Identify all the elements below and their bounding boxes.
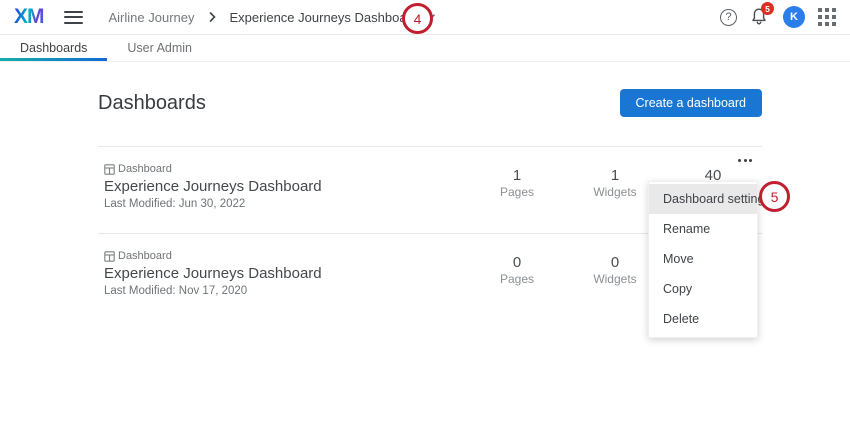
breadcrumb-parent[interactable]: Airline Journey	[109, 10, 195, 25]
breadcrumb: Airline Journey Experience Journeys Dash…	[109, 10, 436, 25]
dashboard-icon	[104, 164, 115, 175]
breadcrumb-current[interactable]: Experience Journeys Dashboard	[230, 10, 419, 25]
tab-bar: Dashboards User Admin	[0, 35, 850, 62]
top-bar: XM Airline Journey Experience Journeys D…	[0, 0, 850, 35]
topbar-actions: ? 5 K	[720, 6, 836, 28]
notification-badge: 5	[761, 2, 774, 15]
stat-pages-label: Pages	[468, 185, 566, 199]
dashboard-icon	[104, 251, 115, 262]
menu-item-dashboard-settings[interactable]: Dashboard settings	[649, 184, 757, 214]
avatar[interactable]: K	[783, 6, 805, 28]
chevron-right-icon	[209, 12, 216, 22]
apps-grid-icon[interactable]	[818, 8, 836, 26]
tab-dashboards[interactable]: Dashboards	[0, 35, 107, 61]
help-icon[interactable]: ?	[720, 9, 737, 26]
row-last-modified: Last Modified: Nov 17, 2020	[104, 285, 468, 297]
menu-item-copy[interactable]: Copy	[649, 274, 757, 304]
row-meta: Dashboard	[104, 250, 468, 262]
row-info: Dashboard Experience Journeys Dashboard …	[104, 163, 468, 210]
row-type-label: Dashboard	[118, 163, 172, 175]
stat-pages-value: 1	[468, 167, 566, 184]
stat-pages-value: 0	[468, 254, 566, 271]
row-last-modified: Last Modified: Jun 30, 2022	[104, 198, 468, 210]
hamburger-menu-icon[interactable]	[64, 11, 83, 24]
stat-pages: 0 Pages	[468, 254, 566, 286]
row-meta: Dashboard	[104, 163, 468, 175]
row-info: Dashboard Experience Journeys Dashboard …	[104, 250, 468, 297]
menu-item-delete[interactable]: Delete	[649, 304, 757, 334]
page-header: Dashboards Create a dashboard	[98, 89, 762, 117]
create-dashboard-button[interactable]: Create a dashboard	[620, 89, 763, 117]
menu-item-move[interactable]: Move	[649, 244, 757, 274]
stat-pages-label: Pages	[468, 272, 566, 286]
row-title[interactable]: Experience Journeys Dashboard	[104, 178, 468, 195]
xm-logo: XM	[14, 5, 44, 29]
kebab-menu-icon[interactable]	[734, 155, 756, 166]
page-title: Dashboards	[98, 92, 206, 115]
row-type-label: Dashboard	[118, 250, 172, 262]
menu-item-rename[interactable]: Rename	[649, 214, 757, 244]
tab-user-admin[interactable]: User Admin	[107, 35, 212, 61]
annotation-step-4: 4	[402, 3, 433, 34]
row-context-menu: Dashboard settings Rename Move Copy Dele…	[648, 181, 758, 338]
row-title[interactable]: Experience Journeys Dashboard	[104, 265, 468, 282]
stat-pages: 1 Pages	[468, 167, 566, 199]
notifications-button[interactable]: 5	[750, 7, 770, 27]
annotation-step-5: 5	[759, 181, 790, 212]
